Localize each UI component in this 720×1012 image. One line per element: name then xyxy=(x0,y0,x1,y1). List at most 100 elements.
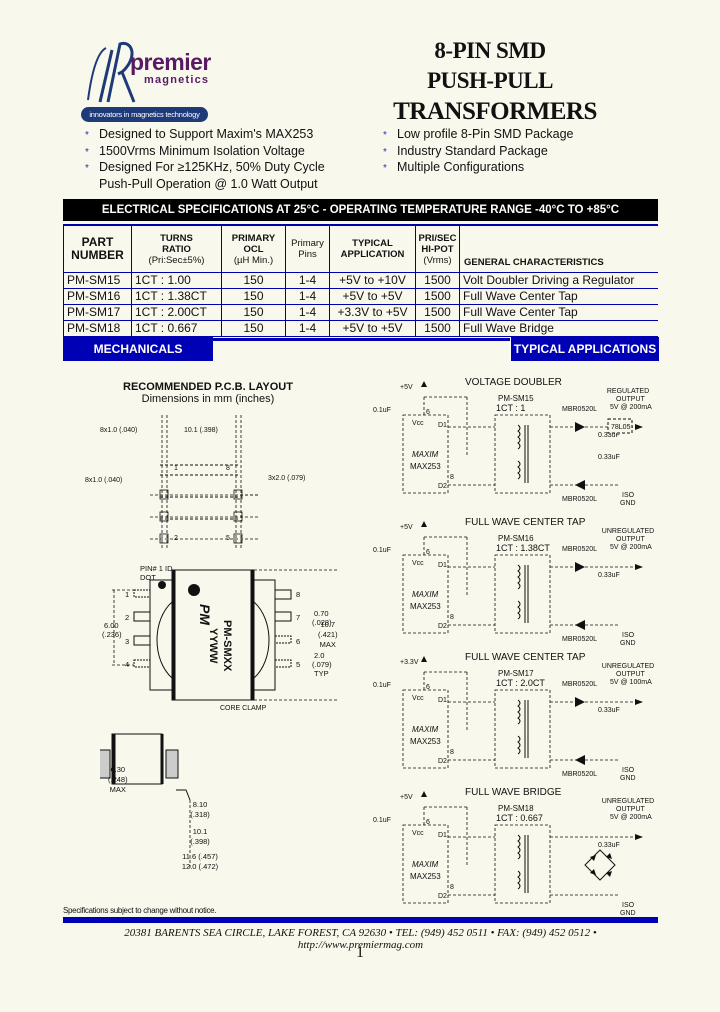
ground-label-1: ISO xyxy=(622,492,635,499)
turns-ratio: 1CT : 0.667 xyxy=(496,813,543,823)
package-side-view xyxy=(100,733,191,868)
ic-model: MAX253 xyxy=(410,737,441,746)
capacitor-label: 0.33uF xyxy=(598,707,620,714)
application-circuit: FULL WAVE CENTER TAP +3.3V 0.1uF PM-SM17 1CT… xyxy=(370,650,660,785)
dim-pitch-typ: TYP xyxy=(314,669,329,678)
pcb-layout-drawing: 8x1.0 (.040) 10.1 (.398) 8x1.0 (.040) 3x… xyxy=(85,415,305,550)
diode-label: MBR0520L xyxy=(562,546,597,553)
supply-voltage: +5V xyxy=(400,384,413,391)
output-label-1: UNREGULATED xyxy=(602,663,654,670)
ic-pin-6: 6 xyxy=(426,549,430,556)
supply-arrow-icon xyxy=(421,381,427,387)
bridge-rectifier-icon xyxy=(584,849,616,881)
diode-icon xyxy=(575,620,585,630)
dim-height: 6.30 xyxy=(110,765,126,774)
primary-ocl: 150 xyxy=(221,304,286,321)
col-turns-ratio: TURNS RATIO (Pri:Sec±5%) xyxy=(131,225,222,273)
typical-application: +3.3V to +5V xyxy=(329,304,416,321)
dim-lead: 0.70 xyxy=(314,609,329,618)
output-label-3: 5V @ 100mA xyxy=(610,679,652,686)
pin-label: 6 xyxy=(296,637,300,646)
bullet-icon: * xyxy=(383,130,387,141)
ground-label-2: GND xyxy=(620,640,636,647)
col-hipot: PRI/SEC HI-POT (Vrms) xyxy=(415,225,460,273)
output-arrow-icon xyxy=(635,699,643,705)
spec-row: PM-SM16 1CT : 1.38CT 150 1-4 +5V to +5V 1500 F… xyxy=(63,288,658,305)
pin1-label: PIN# 1 ID xyxy=(140,564,173,573)
output-label-3: 5V @ 200mA xyxy=(610,544,652,551)
dim-b-group: 10.1 (.398) xyxy=(180,827,220,847)
diode-icon xyxy=(575,697,585,707)
col-primary-ocl: PRIMARY OCL (µH Min.) xyxy=(221,225,286,273)
supply-arrow-icon xyxy=(421,656,427,662)
turns-ratio: 1CT : 0.667 xyxy=(131,320,222,337)
typical-application: +5V to +5V xyxy=(329,288,416,305)
ic-model: MAX253 xyxy=(410,462,441,471)
dim-pitch: 2.0 xyxy=(314,651,324,660)
ic-brand: MAXIM xyxy=(412,590,439,599)
output-label-2: OUTPUT xyxy=(616,671,646,678)
dim-pad-width: 8x1.0 (.040) xyxy=(100,427,137,434)
supply-voltage: +5V xyxy=(400,794,413,801)
part-number: PM-SM17 xyxy=(498,669,534,678)
hipot: 1500 xyxy=(415,320,460,337)
logo-mark-icon xyxy=(87,41,136,103)
ic-pin-vcc: Vcc xyxy=(412,560,424,567)
ic-model: MAX253 xyxy=(410,872,441,881)
ic-pin-8: 8 xyxy=(450,884,454,891)
capacitor-label: 0.33uF xyxy=(598,842,620,849)
primary-ocl: 150 xyxy=(221,272,286,289)
pin-label: 3 xyxy=(125,637,129,646)
ic-pin-vcc: Vcc xyxy=(412,420,424,427)
turns-ratio: 1CT : 2.00CT xyxy=(131,304,222,321)
ic-pin-d1: D1 xyxy=(438,562,447,569)
hipot: 1500 xyxy=(415,272,460,289)
ground-label-2: GND xyxy=(620,775,636,782)
ic-model: MAX253 xyxy=(410,602,441,611)
dim-width-inches: (.236) xyxy=(102,630,122,639)
input-capacitor: 0.1uF xyxy=(373,817,391,824)
primary-pins: 1-4 xyxy=(285,320,330,337)
section-mechanicals: MECHANICALS xyxy=(63,337,213,361)
spec-table: PART NUMBER TURNS RATIO (Pri:Sec±5%) PRIMAR… xyxy=(63,224,658,337)
ground-label-1: ISO xyxy=(622,632,635,639)
pcb-pin-label: 1 xyxy=(174,465,178,472)
dim-pitch-inches: (.079) xyxy=(312,660,332,669)
ic-pin-d2: D2 xyxy=(438,623,447,630)
part-number: PM-SM16 xyxy=(63,288,132,305)
logo-brand: premier xyxy=(130,49,211,75)
output-arrow-icon xyxy=(635,424,643,430)
feature-item-continued: Push-Pull Operation @ 1.0 Watt Output xyxy=(99,176,318,191)
input-capacitor: 0.1uF xyxy=(373,682,391,689)
diode-icon xyxy=(575,422,585,432)
supply-voltage: +3.3V xyxy=(400,659,419,666)
turns-ratio: 1CT : 2.0CT xyxy=(496,678,545,688)
pin-label: 1 xyxy=(125,590,129,599)
bullet-icon: * xyxy=(383,163,387,174)
output-arrow-icon xyxy=(635,834,643,840)
application-circuit: FULL WAVE BRIDGE +5V 0.1uF PM-SM18 1CT : 0.6… xyxy=(370,785,660,920)
circuit-title: FULL WAVE BRIDGE xyxy=(465,787,562,798)
diode-icon xyxy=(575,562,585,572)
application-circuit: FULL WAVE CENTER TAP +5V 0.1uF PM-SM16 1CT :… xyxy=(370,515,660,650)
part-number: PM-SM18 xyxy=(63,320,132,337)
output-label-1: UNREGULATED xyxy=(602,528,654,535)
feature-item: * 1500Vrms Minimum Isolation Voltage xyxy=(85,144,355,161)
diode-icon xyxy=(575,755,585,765)
pcb-pin-label: 2 xyxy=(174,535,178,542)
dim-pad-span: 10.1 (.398) xyxy=(184,427,218,434)
dim-a-inches: (.318) xyxy=(190,810,210,819)
ground-label-1: ISO xyxy=(622,902,635,909)
spec-header-row: PART NUMBER TURNS RATIO (Pri:Sec±5%) PRIMAR… xyxy=(63,225,659,273)
features-right: * Low profile 8-Pin SMD Package * Industry… xyxy=(383,127,653,177)
dim-b-inches: (.398) xyxy=(190,837,210,846)
bullet-icon: * xyxy=(85,130,89,141)
pin1-dot-icon xyxy=(158,581,166,589)
dim-length-group: 10.7 (.421) MAX xyxy=(318,620,338,650)
core-clamp-label: CORE CLAMP xyxy=(220,705,267,712)
ic-pin-8: 8 xyxy=(450,614,454,621)
ic-brand: MAXIM xyxy=(412,725,439,734)
regulator-label: 78L05 xyxy=(611,424,631,431)
part-number: PM-SM17 xyxy=(63,304,132,321)
feature-item: * Designed For ≥125KHz, 50% Duty Cycle xyxy=(85,160,355,177)
